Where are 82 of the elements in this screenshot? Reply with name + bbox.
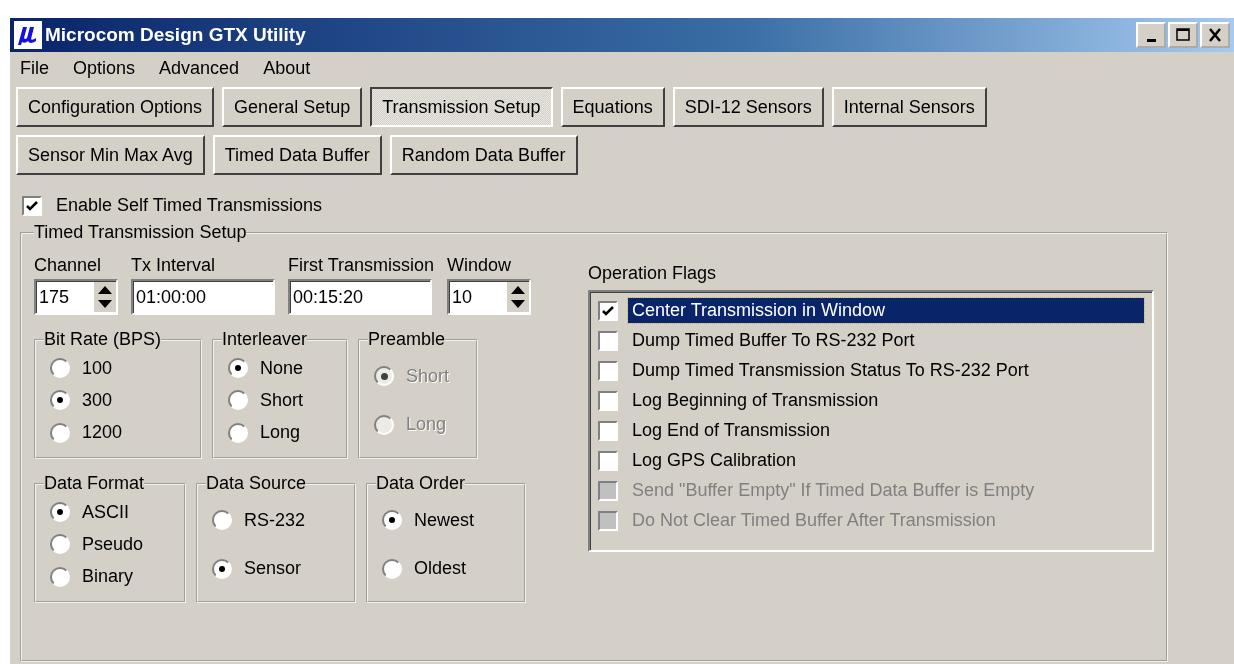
checkbox[interactable] <box>598 360 618 381</box>
group-title: Timed Transmission Setup <box>34 222 247 243</box>
radio-button[interactable] <box>50 422 70 443</box>
tab-button[interactable]: Random Data Buffer <box>389 135 578 175</box>
group-title: Data Order <box>376 473 466 494</box>
tab-button[interactable]: Equations <box>560 87 665 127</box>
spin-arrows-icon[interactable] <box>507 282 530 312</box>
radio-label: Pseudo <box>82 534 144 555</box>
tab-button[interactable]: Internal Sensors <box>831 87 987 127</box>
radio-button[interactable] <box>228 358 248 379</box>
list-item[interactable]: Center Transmission in Window <box>628 298 1144 323</box>
maximize-button[interactable] <box>1168 22 1198 48</box>
input-field[interactable]: 01:00:00 <box>131 279 275 315</box>
checkmark-icon <box>25 198 39 213</box>
input-field[interactable]: 00:15:20 <box>288 279 432 315</box>
radio-label: Binary <box>82 566 134 588</box>
radio-button[interactable] <box>228 390 248 411</box>
radio-button[interactable] <box>382 558 402 579</box>
spinner-field[interactable]: 10 <box>447 279 532 315</box>
radio-label: Oldest <box>414 558 467 580</box>
maximize-icon <box>1173 26 1193 44</box>
spinner-field[interactable]: 175 <box>34 279 118 315</box>
menu-item[interactable]: Advanced <box>159 58 240 79</box>
radio-button[interactable] <box>50 358 70 379</box>
list-title: Operation Flags <box>588 263 718 284</box>
radio-label: Short <box>406 365 450 387</box>
group-title: Data Format <box>44 473 145 494</box>
minimize-icon <box>1146 38 1156 42</box>
field-label: Window <box>447 255 513 276</box>
list-item[interactable]: Dump Timed Buffer To RS-232 Port <box>628 328 919 353</box>
radio-label: Long <box>260 422 301 444</box>
checkbox[interactable] <box>598 330 618 351</box>
menu-item[interactable]: About <box>263 58 311 79</box>
radio-button[interactable] <box>50 534 70 555</box>
radio-button[interactable] <box>228 422 248 443</box>
radio-label: 100 <box>82 357 113 379</box>
group-title: Interleaver <box>222 329 308 350</box>
tab-button[interactable]: Sensor Min Max Avg <box>16 135 205 175</box>
checkbox[interactable] <box>22 195 42 216</box>
tab-button[interactable]: SDI-12 Sensors <box>672 87 824 127</box>
radio-label: Sensor <box>244 558 302 580</box>
list-item[interactable]: Log Beginning of Transmission <box>628 388 883 413</box>
radio-label: Newest <box>414 509 475 531</box>
menu-item[interactable]: Options <box>73 58 136 79</box>
radio-button[interactable] <box>50 566 70 587</box>
radio-button[interactable] <box>212 510 232 531</box>
tab-button[interactable]: General Setup <box>222 87 363 127</box>
radio-button[interactable] <box>212 558 232 579</box>
checkbox-label: Enable Self Timed Transmissions <box>56 195 323 216</box>
radio-label: 1200 <box>82 422 123 444</box>
close-button[interactable] <box>1200 22 1230 48</box>
list-item[interactable]: Dump Timed Transmission Status To RS-232 Port <box>628 358 1033 383</box>
radio-button[interactable] <box>50 502 70 523</box>
field-label: Channel <box>34 255 103 276</box>
radio-button[interactable] <box>50 390 70 411</box>
group-title: Data Source <box>206 473 307 494</box>
list-item[interactable]: Log End of Transmission <box>628 418 835 443</box>
checkmark-icon <box>601 303 615 318</box>
radio-label: None <box>260 357 304 379</box>
list-item[interactable]: Log GPS Calibration <box>628 448 801 473</box>
radio-button[interactable] <box>382 510 402 531</box>
radio-label: ASCII <box>82 501 129 523</box>
field-label: Tx Interval <box>131 255 217 276</box>
window-title: Microcom Design GTX Utility <box>45 24 307 46</box>
radio-label: 300 <box>82 390 113 411</box>
checkbox[interactable] <box>598 420 618 441</box>
radio-label: Short <box>260 390 304 411</box>
menu-item[interactable]: File <box>20 58 49 79</box>
checkbox[interactable] <box>598 390 618 411</box>
group-title: Bit Rate (BPS) <box>44 329 162 350</box>
group-title: Preamble <box>368 329 446 350</box>
minimize-button[interactable] <box>1136 22 1166 48</box>
checkbox[interactable] <box>598 300 618 321</box>
tab-button[interactable]: Transmission Setup <box>370 87 553 127</box>
tab-button[interactable]: Timed Data Buffer <box>212 135 382 175</box>
app-logo-icon <box>14 21 42 49</box>
radio-label: Long <box>406 414 447 436</box>
checkbox[interactable] <box>598 450 618 471</box>
field-label: First Transmission <box>288 255 435 276</box>
spin-arrows-icon[interactable] <box>94 282 116 312</box>
radio-label: RS-232 <box>244 509 306 531</box>
tab-button[interactable]: Configuration Options <box>16 87 215 127</box>
